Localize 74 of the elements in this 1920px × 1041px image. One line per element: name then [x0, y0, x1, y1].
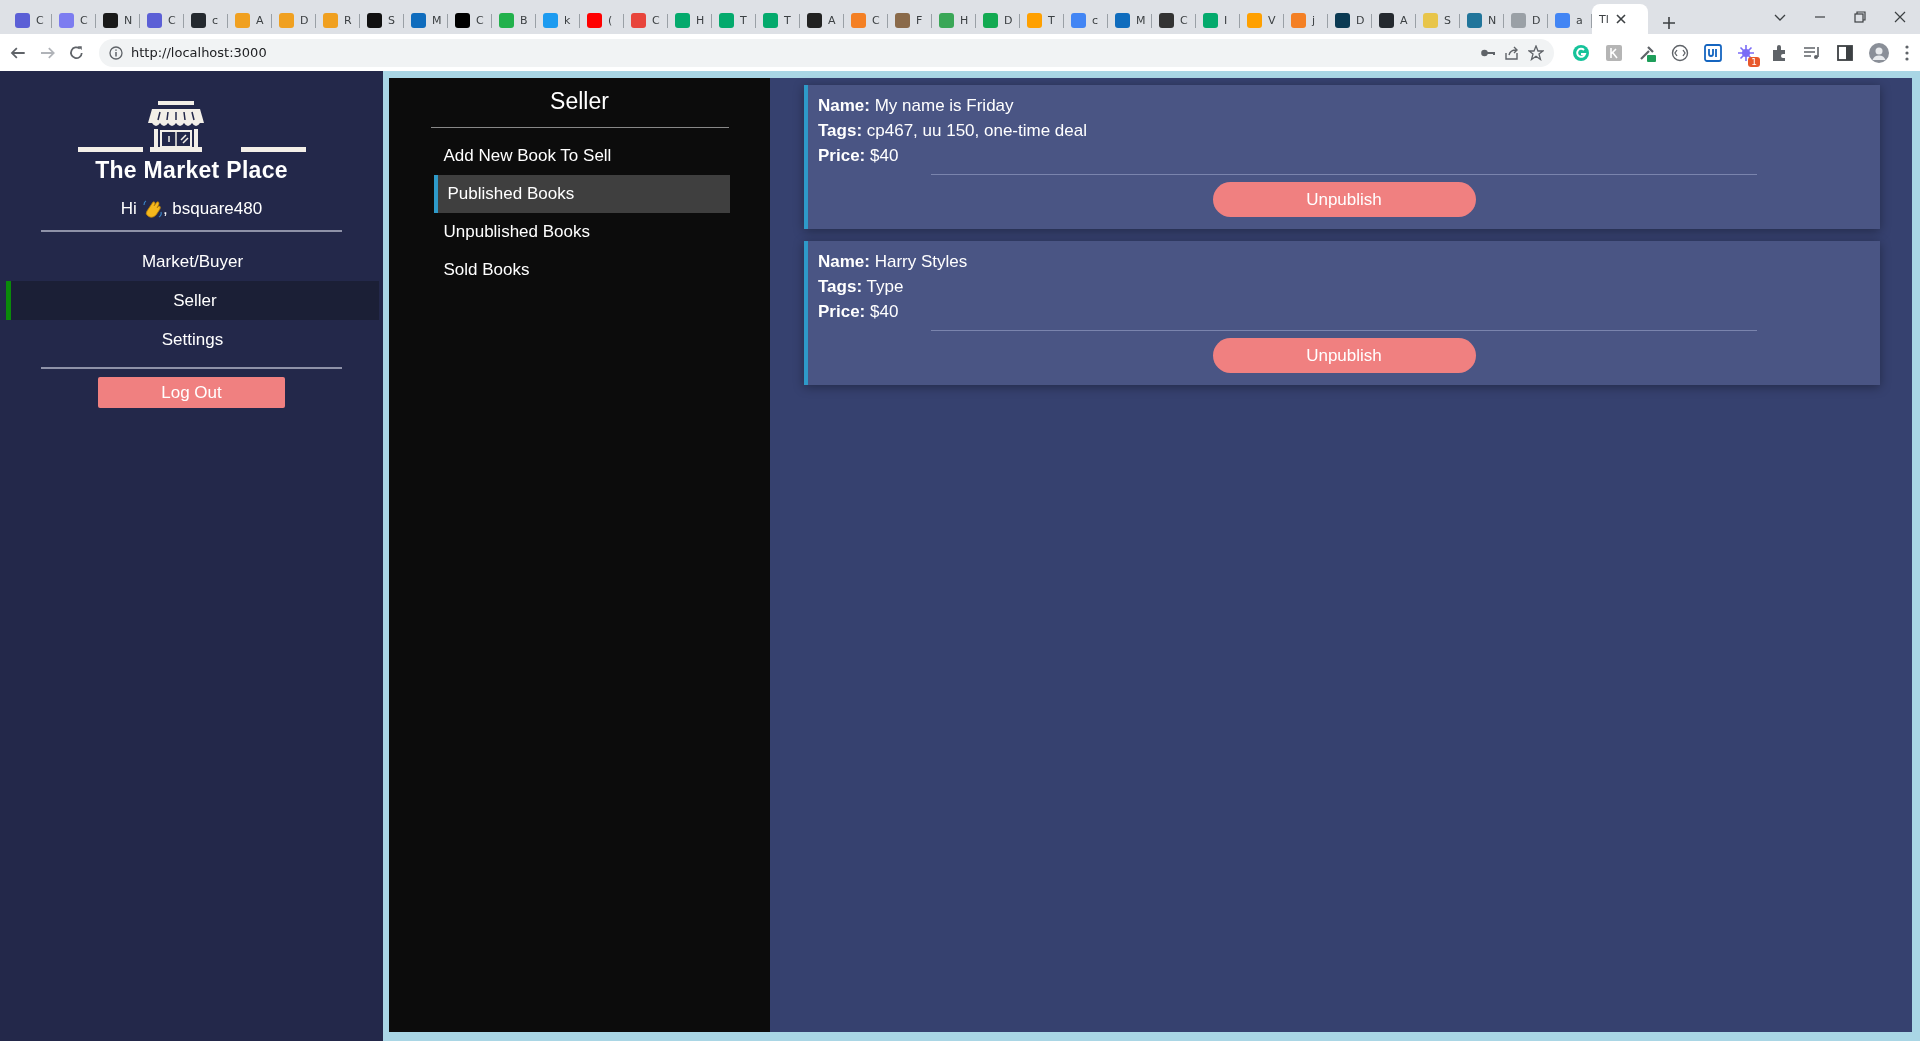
menu-item[interactable]: Unpublished Books	[433, 213, 730, 251]
browser-tab[interactable]: C	[448, 6, 492, 34]
browser-tab[interactable]: T	[756, 6, 800, 34]
browser-tab[interactable]: A	[800, 6, 844, 34]
browser-tab[interactable]: A	[1372, 6, 1416, 34]
close-tab-icon[interactable]	[1614, 13, 1627, 25]
browser-tab[interactable]: D	[976, 6, 1020, 34]
browser-tab[interactable]: T	[1020, 6, 1064, 34]
nav-item[interactable]: Settings	[6, 320, 379, 359]
nav-item[interactable]: Market/Buyer	[6, 242, 379, 281]
browser-tab[interactable]: S	[1416, 6, 1460, 34]
side-panel-icon[interactable]	[1836, 43, 1854, 62]
browser-tab[interactable]: F	[888, 6, 932, 34]
puzzle-icon[interactable]	[1770, 43, 1788, 62]
browser-tab[interactable]: C	[52, 6, 96, 34]
address-bar[interactable]: http://localhost:3000	[99, 38, 1554, 67]
greeting-text: Hi	[120, 198, 137, 219]
eyedropper-icon[interactable]	[1638, 43, 1656, 62]
browser-tab[interactable]: Tl	[1592, 4, 1648, 34]
star-icon[interactable]	[1528, 44, 1544, 61]
chevron-down-icon[interactable]	[1774, 12, 1786, 22]
browser-tab[interactable]: S	[360, 6, 404, 34]
panel-title: Seller	[550, 88, 609, 115]
browser-tab[interactable]: c	[1064, 6, 1108, 34]
menu-item[interactable]: Sold Books	[433, 251, 730, 289]
browser-tab[interactable]: C	[8, 6, 52, 34]
browser-tab[interactable]: B	[492, 6, 536, 34]
browser-tab[interactable]: I	[1196, 6, 1240, 34]
browser-tab[interactable]: T	[712, 6, 756, 34]
close-icon[interactable]	[1894, 11, 1906, 23]
browser-tab[interactable]: M	[404, 6, 448, 34]
code-extension-icon[interactable]	[1671, 43, 1689, 62]
browser-tab[interactable]: M	[1108, 6, 1152, 34]
browser-tab[interactable]: k	[536, 6, 580, 34]
browser-tab[interactable]: a	[1548, 6, 1592, 34]
browser-tab[interactable]: D	[1328, 6, 1372, 34]
username-text: , bsquare480	[162, 198, 263, 219]
browser-tab[interactable]: D	[272, 6, 316, 34]
browser-tab[interactable]: N	[1460, 6, 1504, 34]
notification-badge: 1	[1748, 56, 1760, 67]
browser-tab[interactable]: c	[184, 6, 228, 34]
browser-tab[interactable]: C	[844, 6, 888, 34]
menu-item[interactable]: Published Books	[433, 175, 730, 213]
browser-tab[interactable]: V	[1240, 6, 1284, 34]
book-price: Price: $40	[818, 301, 900, 323]
profile-avatar-icon[interactable]	[1869, 42, 1889, 63]
browser-tab[interactable]: H	[932, 6, 976, 34]
browser-tab[interactable]: R	[316, 6, 360, 34]
restore-icon[interactable]	[1854, 11, 1866, 23]
browser-tab[interactable]: D	[1504, 6, 1548, 34]
browser-tab[interactable]: N	[96, 6, 140, 34]
ui-extension-icon[interactable]	[1704, 43, 1722, 62]
menu-item[interactable]: Add New Book To Sell	[433, 137, 730, 175]
browser-tab[interactable]: (	[580, 6, 624, 34]
reload-icon[interactable]	[69, 44, 85, 61]
book-name: Name: Harry Styles	[818, 251, 969, 273]
share-icon[interactable]	[1504, 44, 1520, 61]
info-icon[interactable]	[109, 45, 123, 60]
browser-tab[interactable]: C	[140, 6, 184, 34]
nav-item[interactable]: Seller	[6, 281, 379, 320]
book-name: Name: My name is Friday	[818, 95, 1015, 117]
book-tags: Tags: Type	[818, 274, 1870, 299]
browser-tab[interactable]: C	[624, 6, 668, 34]
storefront-logo-icon	[77, 99, 306, 153]
more-menu-icon[interactable]	[1904, 43, 1910, 62]
browser-tab[interactable]: H	[668, 6, 712, 34]
waving-hand-icon	[141, 198, 163, 219]
new-tab-icon[interactable]	[1662, 16, 1676, 30]
book-price: Price: $40	[818, 145, 900, 167]
app-title: The Market Place	[95, 157, 288, 184]
browser-tab[interactable]: A	[228, 6, 272, 34]
browser-tab[interactable]: C	[1152, 6, 1196, 34]
browser-tab[interactable]: j	[1284, 6, 1328, 34]
book-tags: Tags: cp467, uu 150, one-time deal	[818, 118, 1870, 143]
